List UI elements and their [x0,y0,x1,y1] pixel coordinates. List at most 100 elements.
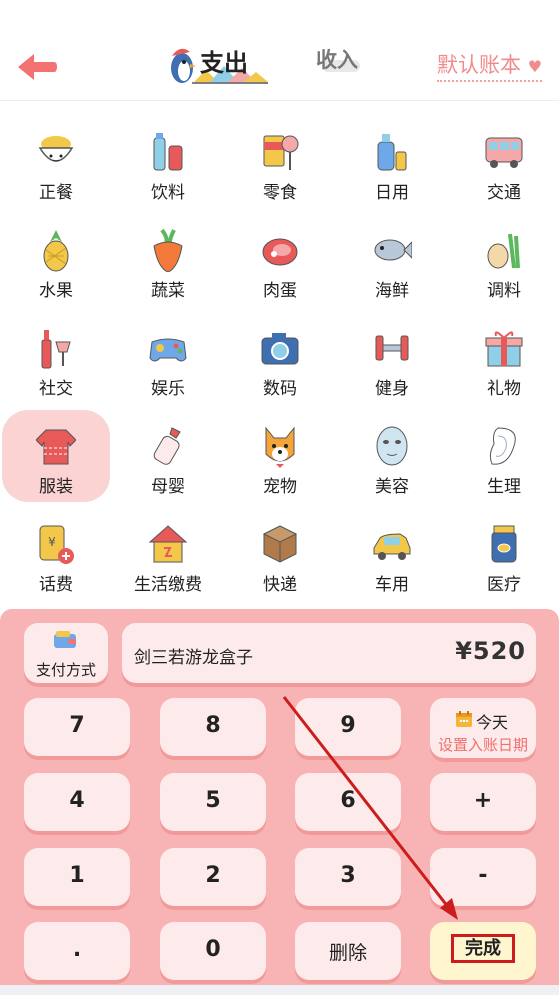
key-plus[interactable]: + [430,773,536,831]
category-house-utilities[interactable]: 生活缴费 [112,516,224,612]
category-label: 礼物 [487,379,521,399]
category-sweater[interactable]: 服装 [0,410,112,514]
key-label: 8 [205,713,221,738]
gift-icon [485,331,523,367]
key-minus[interactable]: - [430,848,536,906]
drinks-icon [153,133,183,171]
key-label: 6 [340,788,356,813]
key-label: 2 [205,863,221,888]
key-label: 4 [69,788,85,813]
account-book-label: 默认账本 [437,53,521,77]
key-6[interactable]: 6 [295,773,401,831]
key-label: 7 [69,713,85,738]
category-bus[interactable]: 交通 [448,124,559,220]
key-5[interactable]: 5 [160,773,266,831]
car-icon [373,533,411,560]
category-label: 美容 [375,477,409,497]
category-label: 蔬菜 [151,281,185,301]
category-wine[interactable]: 社交 [0,320,112,416]
category-label: 母婴 [151,477,185,497]
category-label: 交通 [487,183,521,203]
category-package[interactable]: 快递 [224,516,336,612]
amount-display: ¥520 [455,637,526,665]
key-dot[interactable]: . [24,922,130,980]
category-car[interactable]: 车用 [336,516,448,612]
category-toiletries[interactable]: 日用 [336,124,448,220]
bus-icon [485,137,523,168]
tab-income[interactable]: 收入 [316,44,358,74]
category-label: 调料 [487,281,521,301]
category-label: 日用 [375,183,409,203]
category-phone-bill[interactable]: ¥ 话费 [0,516,112,612]
delete-button[interactable]: 删除 [295,922,401,980]
seasoning-icon [487,233,520,269]
done-button[interactable]: 完成 [430,922,536,980]
category-baby-bottle[interactable]: 母婴 [112,418,224,514]
done-label: 完成 [451,934,515,963]
fish-icon [374,239,412,261]
gamepad-icon [149,338,187,362]
meat-icon [262,238,298,266]
key-label: + [473,788,493,813]
category-camera[interactable]: 数码 [224,320,336,416]
key-label: . [72,937,82,962]
medicine-icon [491,525,517,563]
heart-icon: ♥ [527,57,543,76]
baby-bottle-icon [153,427,181,465]
key-label: - [478,863,488,888]
noodle-bowl-icon [38,136,74,162]
pineapple-icon [43,230,69,272]
category-dumbbell[interactable]: 健身 [336,320,448,416]
category-drinks[interactable]: 饮料 [112,124,224,220]
sanitary-pad-icon [489,427,516,465]
category-sanitary-pad[interactable]: 生理 [448,418,559,514]
memo-text: 剑三若游龙盒子 [134,648,253,668]
calendar-icon [456,711,472,727]
category-label: 健身 [375,379,409,399]
category-label: 数码 [263,379,297,399]
category-noodle-bowl[interactable]: 正餐 [0,124,112,220]
category-face-mask[interactable]: 美容 [336,418,448,514]
category-label: 车用 [375,575,409,595]
category-seasoning[interactable]: 调料 [448,222,559,318]
memo-amount-field[interactable]: 剑三若游龙盒子 ¥520 [122,623,536,683]
category-label: 海鲜 [375,281,409,301]
sweater-icon [36,429,76,465]
category-pineapple[interactable]: 水果 [0,222,112,318]
bottom-strip [0,985,559,995]
category-meat[interactable]: 肉蛋 [224,222,336,318]
tab-expense[interactable]: 支出 [200,43,248,78]
category-label: 宠物 [263,477,297,497]
payment-method-label: 支付方式 [35,661,96,679]
key-8[interactable]: 8 [160,698,266,756]
face-mask-icon [376,426,408,466]
category-carrot[interactable]: 蔬菜 [112,222,224,318]
svg-text:¥: ¥ [48,535,56,549]
key-4[interactable]: 4 [24,773,130,831]
key-0[interactable]: 0 [160,922,266,980]
back-arrow-icon[interactable] [14,50,58,84]
key-3[interactable]: 3 [295,848,401,906]
key-label: 0 [205,937,221,962]
key-7[interactable]: 7 [24,698,130,756]
toiletries-icon [377,134,407,171]
category-dog[interactable]: 宠物 [224,418,336,514]
payment-method-button[interactable]: 支付方式 [24,623,108,683]
category-medicine[interactable]: 医疗 [448,516,559,612]
key-9[interactable]: 9 [295,698,401,756]
camera-icon [261,333,299,365]
category-gamepad[interactable]: 娱乐 [112,320,224,416]
key-1[interactable]: 1 [24,848,130,906]
date-button[interactable]: 今天 设置入账日期 [430,698,536,758]
category-label: 零食 [263,183,297,203]
category-gift[interactable]: 礼物 [448,320,559,416]
key-label: 1 [69,863,85,888]
category-label: 娱乐 [151,379,185,399]
account-book-selector[interactable]: 默认账本 ♥ [437,49,543,82]
category-chips-lollipop[interactable]: 零食 [224,124,336,220]
key-label: 3 [340,863,356,888]
category-label: 生活缴费 [134,575,202,595]
wallet-icon [54,631,76,648]
key-2[interactable]: 2 [160,848,266,906]
category-fish[interactable]: 海鲜 [336,222,448,318]
